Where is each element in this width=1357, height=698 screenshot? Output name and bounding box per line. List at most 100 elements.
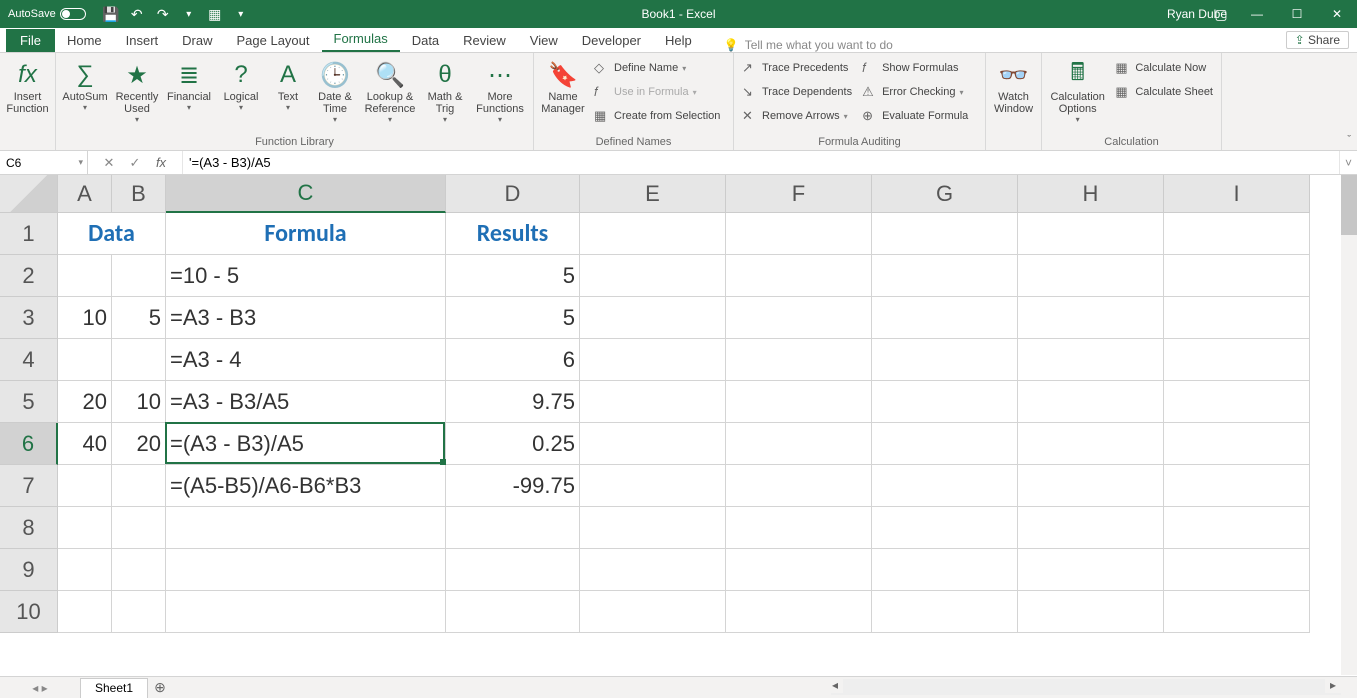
cell-D8[interactable] [446, 507, 580, 549]
recently-used-button[interactable]: ★Recently Used▾ [112, 57, 162, 134]
cell-D5[interactable]: 9.75 [446, 381, 580, 423]
name-box[interactable]: C6 ▾ [0, 151, 88, 174]
cell-H8[interactable] [1018, 507, 1164, 549]
expand-formula-bar-icon[interactable]: ˅ [1339, 151, 1357, 174]
cell-A9[interactable] [58, 549, 112, 591]
cell-C7[interactable]: =(A5-B5)/A6-B6*B3 [166, 465, 446, 507]
cell-H9[interactable] [1018, 549, 1164, 591]
fx-button-icon[interactable]: fx [150, 155, 172, 170]
cell-C10[interactable] [166, 591, 446, 633]
cell-F1[interactable] [726, 213, 872, 255]
calc-options-button[interactable]: 🖩Calculation Options▾ [1046, 57, 1109, 134]
calculate-now-button[interactable]: ▦Calculate Now [1111, 57, 1217, 79]
collapse-ribbon-icon[interactable]: ˇ [1347, 134, 1351, 146]
cell-I9[interactable] [1164, 549, 1310, 591]
tab-home[interactable]: Home [55, 29, 114, 52]
col-header-I[interactable]: I [1164, 175, 1310, 213]
cell-B2[interactable] [112, 255, 166, 297]
row-header-2[interactable]: 2 [0, 255, 58, 297]
cell-C4[interactable]: =A3 - 4 [166, 339, 446, 381]
name-manager-button[interactable]: 🔖Name Manager [538, 57, 588, 134]
cell-E2[interactable] [580, 255, 726, 297]
watch-window-button[interactable]: 👓Watch Window [990, 57, 1037, 146]
more-functions-button[interactable]: ⋯More Functions▾ [472, 57, 528, 134]
hscroll-right-icon[interactable]: ▸ [1325, 677, 1341, 693]
cell-C5[interactable]: =A3 - B3/A5 [166, 381, 446, 423]
define-name-button[interactable]: ◇Define Name▾ [590, 57, 724, 79]
cell-E8[interactable] [580, 507, 726, 549]
col-header-E[interactable]: E [580, 175, 726, 213]
calculate-sheet-button[interactable]: ▦Calculate Sheet [1111, 81, 1217, 103]
col-header-A[interactable]: A [58, 175, 112, 213]
close-button[interactable]: ✕ [1317, 0, 1357, 28]
cell-I5[interactable] [1164, 381, 1310, 423]
error-checking-button[interactable]: ⚠Error Checking▾ [858, 81, 972, 103]
cell-G5[interactable] [872, 381, 1018, 423]
tab-review[interactable]: Review [451, 29, 518, 52]
cell-C9[interactable] [166, 549, 446, 591]
tell-me[interactable]: 💡 Tell me what you want to do [704, 38, 893, 52]
cell-D1[interactable]: Results [446, 213, 580, 255]
cell-G4[interactable] [872, 339, 1018, 381]
cell-C6[interactable]: =(A3 - B3)/A5 [166, 423, 446, 465]
cell-E6[interactable] [580, 423, 726, 465]
cell-C3[interactable]: =A3 - B3 [166, 297, 446, 339]
tab-help[interactable]: Help [653, 29, 704, 52]
cell-H6[interactable] [1018, 423, 1164, 465]
datetime-button[interactable]: 🕒Date & Time▾ [310, 57, 360, 134]
cell-A8[interactable] [58, 507, 112, 549]
sheet-nav[interactable]: ◂ ▸ [0, 677, 80, 698]
tab-insert[interactable]: Insert [114, 29, 171, 52]
cell-I2[interactable] [1164, 255, 1310, 297]
cell-D2[interactable]: 5 [446, 255, 580, 297]
cell-B7[interactable] [112, 465, 166, 507]
cell-B8[interactable] [112, 507, 166, 549]
new-sheet-button[interactable]: ⊕ [148, 677, 172, 698]
show-formulas-button[interactable]: 𝑓Show Formulas [858, 57, 972, 79]
name-box-dropdown-icon[interactable]: ▾ [78, 157, 83, 168]
cell-G1[interactable] [872, 213, 1018, 255]
col-header-C[interactable]: C [166, 175, 446, 213]
cell-F3[interactable] [726, 297, 872, 339]
tab-data[interactable]: Data [400, 29, 451, 52]
row-header-6[interactable]: 6 [0, 423, 58, 465]
cell-A7[interactable] [58, 465, 112, 507]
cancel-formula-icon[interactable]: ✕ [98, 155, 120, 171]
cell-B3[interactable]: 5 [112, 297, 166, 339]
cell-A3[interactable]: 10 [58, 297, 112, 339]
hscroll-left-icon[interactable]: ◂ [827, 677, 843, 693]
cell-A10[interactable] [58, 591, 112, 633]
cell-H1[interactable] [1018, 213, 1164, 255]
trace-precedents-button[interactable]: ↗Trace Precedents [738, 57, 856, 79]
save-icon[interactable]: 💾 [100, 3, 122, 25]
cell-F8[interactable] [726, 507, 872, 549]
cell-B5[interactable]: 10 [112, 381, 166, 423]
autosave-switch[interactable] [60, 8, 86, 20]
row-header-10[interactable]: 10 [0, 591, 58, 633]
autosave-toggle[interactable]: AutoSave [0, 8, 94, 20]
cell-H4[interactable] [1018, 339, 1164, 381]
cells-area[interactable]: DataFormulaResults=10 - 55105=A3 - B35=A… [58, 213, 1310, 633]
sheet-tab-1[interactable]: Sheet1 [80, 678, 148, 698]
cell-B9[interactable] [112, 549, 166, 591]
cell-E10[interactable] [580, 591, 726, 633]
undo-icon[interactable]: ↶ [126, 3, 148, 25]
row-header-3[interactable]: 3 [0, 297, 58, 339]
vertical-scroll-thumb[interactable] [1341, 175, 1357, 235]
cell-I4[interactable] [1164, 339, 1310, 381]
cell-A2[interactable] [58, 255, 112, 297]
row-header-1[interactable]: 1 [0, 213, 58, 255]
cell-B4[interactable] [112, 339, 166, 381]
cell-G6[interactable] [872, 423, 1018, 465]
row-header-4[interactable]: 4 [0, 339, 58, 381]
cell-F10[interactable] [726, 591, 872, 633]
cell-I10[interactable] [1164, 591, 1310, 633]
horizontal-scrollbar[interactable] [831, 679, 1341, 695]
cell-F4[interactable] [726, 339, 872, 381]
cell-F5[interactable] [726, 381, 872, 423]
maximize-button[interactable]: ☐ [1277, 0, 1317, 28]
cell-E1[interactable] [580, 213, 726, 255]
cell-D10[interactable] [446, 591, 580, 633]
cell-E3[interactable] [580, 297, 726, 339]
cell-G7[interactable] [872, 465, 1018, 507]
